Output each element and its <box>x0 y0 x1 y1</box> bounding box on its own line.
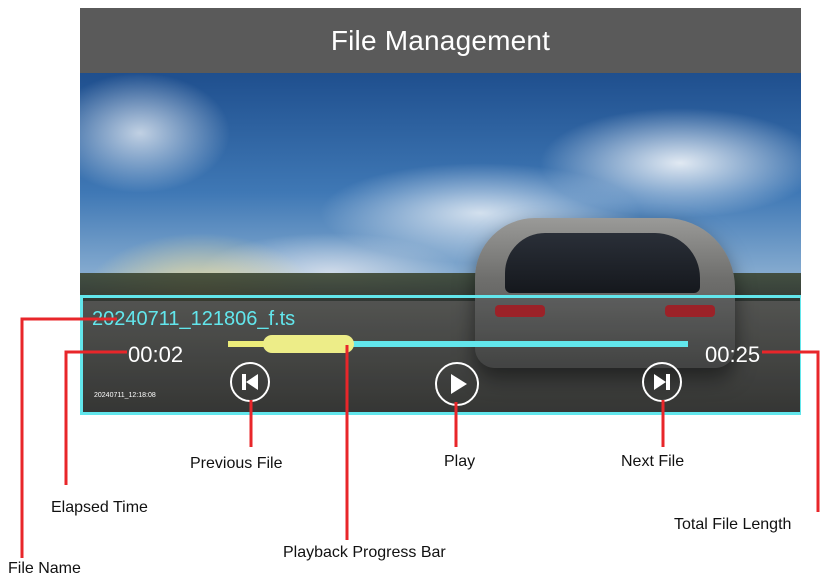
callout-line-total-file-length <box>762 350 820 512</box>
callout-next-file: Next File <box>621 453 685 470</box>
callout-line-file-name <box>20 317 117 558</box>
callout-file-name: File Name <box>8 560 81 577</box>
callout-lines <box>20 317 820 558</box>
callout-elapsed-time: Elapsed Time <box>51 499 148 516</box>
callout-play: Play <box>444 453 476 470</box>
callout-previous-file: Previous File <box>190 455 283 472</box>
callout-playback-progress-bar: Playback Progress Bar <box>283 544 446 561</box>
callout-line-elapsed-time <box>64 350 127 485</box>
callout-total-file-length: Total File Length <box>674 516 792 533</box>
